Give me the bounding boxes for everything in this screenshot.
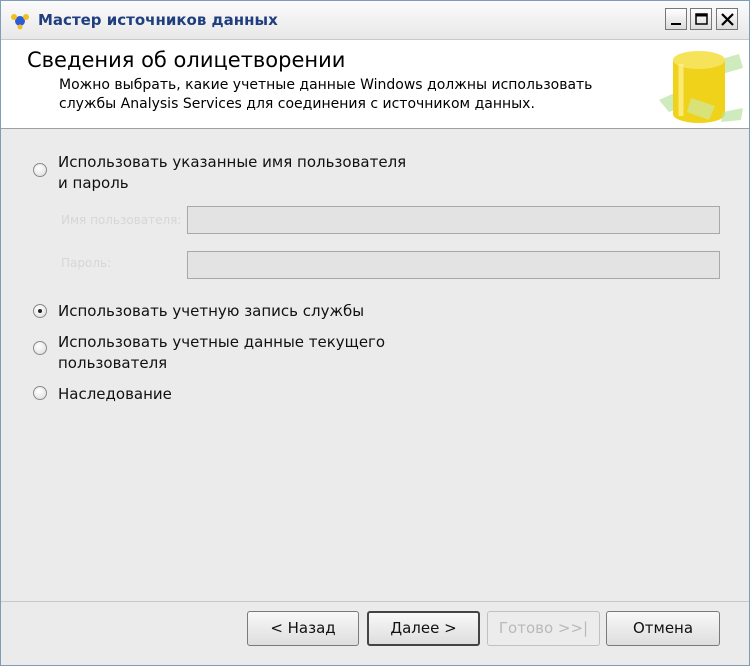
wizard-body: Использовать указанные имя пользователя … (1, 129, 749, 665)
window-title: Мастер источников данных (38, 11, 278, 29)
close-button[interactable] (716, 8, 738, 30)
app-icon (11, 14, 29, 30)
finish-button[interactable]: Готово >>| (487, 611, 600, 646)
title-bar[interactable]: Мастер источников данных (1, 1, 749, 40)
option-specific-credentials-label: Использовать указанные имя пользователя … (58, 153, 407, 192)
minimize-icon (671, 23, 681, 25)
next-button[interactable]: Далее > (367, 611, 480, 646)
option-service-account-label: Использовать учетную запись службы (58, 302, 365, 320)
radio-current-user[interactable] (33, 341, 47, 355)
footer-divider (1, 601, 749, 602)
cancel-button[interactable]: Отмена (606, 611, 720, 646)
wizard-window: Мастер источников данных Сведения об оли… (0, 0, 750, 666)
back-button[interactable]: < Назад (247, 611, 359, 646)
radio-specific-credentials[interactable] (33, 163, 47, 177)
maximize-button[interactable] (690, 8, 712, 30)
wizard-header: Сведения об олицетворении Можно выбрать,… (1, 40, 749, 129)
radio-inherit[interactable] (33, 386, 47, 400)
page-description: Можно выбрать, какие учетные данные Wind… (59, 77, 593, 112)
option-inherit-label: Наследование (58, 385, 172, 403)
database-cylinder-icon (659, 51, 743, 123)
maximize-icon (695, 13, 708, 25)
password-input[interactable] (187, 251, 720, 279)
username-label: Имя пользователя: (61, 213, 182, 227)
minimize-button[interactable] (665, 8, 687, 30)
username-input[interactable] (187, 206, 720, 234)
page-title: Сведения об олицетворении (27, 48, 346, 72)
password-label: Пароль: (61, 256, 112, 270)
option-current-user-label: Использовать учетные данные текущего пол… (58, 333, 386, 372)
close-icon (721, 13, 734, 26)
radio-service-account[interactable] (33, 304, 47, 318)
